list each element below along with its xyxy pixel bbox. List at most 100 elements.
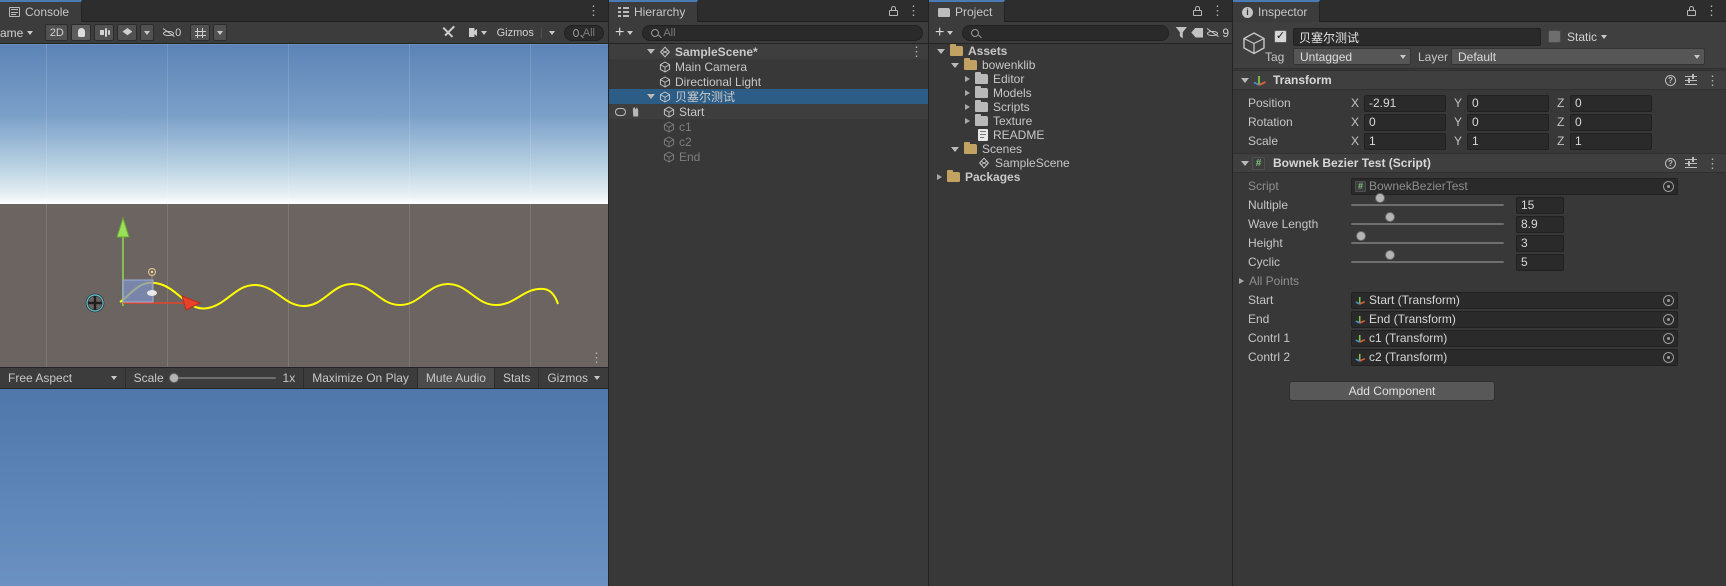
hidden-packages-toggle[interactable]: 9 (1207, 26, 1229, 40)
slider-track[interactable] (1351, 223, 1504, 225)
kebab-menu-icon[interactable]: ⋮ (910, 45, 923, 58)
preset-icon[interactable] (1685, 157, 1697, 168)
scene-gizmos-button[interactable]: Gizmos | (496, 24, 555, 41)
slider-value-input[interactable]: 3 (1516, 234, 1564, 252)
object-reference-field[interactable]: c1 (Transform) (1351, 329, 1678, 347)
transform-y-input[interactable]: 0 (1467, 94, 1549, 112)
tab-hierarchy[interactable]: Hierarchy (609, 0, 699, 22)
hierarchy-row[interactable]: Start (609, 104, 928, 119)
slider-control[interactable] (1351, 192, 1504, 214)
stats-button[interactable]: Stats (494, 368, 540, 388)
help-icon[interactable]: ? (1665, 157, 1676, 169)
scene-grid-dropdown[interactable] (213, 24, 228, 41)
slider-track[interactable] (1351, 242, 1504, 244)
project-row[interactable]: README (929, 128, 1232, 142)
object-reference-field[interactable]: Start (Transform) (1351, 291, 1678, 309)
collapse-arrow-icon[interactable] (937, 48, 945, 54)
static-checkbox[interactable] (1548, 30, 1561, 43)
project-row[interactable]: Assets (929, 44, 1232, 58)
kebab-menu-icon[interactable]: ⋮ (1211, 4, 1224, 17)
object-enabled-checkbox[interactable]: ✓ (1274, 30, 1287, 43)
lock-icon[interactable] (889, 5, 898, 16)
hierarchy-visibility-toggles[interactable] (609, 106, 647, 117)
kebab-menu-icon[interactable]: ⋮ (587, 4, 600, 17)
scene-viewport[interactable] (0, 44, 608, 367)
hierarchy-row[interactable]: SampleScene* ⋮ (609, 44, 928, 59)
slider-knob[interactable] (1384, 249, 1395, 260)
object-picker-icon[interactable] (1663, 351, 1674, 363)
hierarchy-row[interactable]: 贝塞尔测试 (609, 89, 928, 104)
lock-icon[interactable] (1687, 5, 1696, 16)
static-dropdown[interactable]: Static (1567, 30, 1608, 44)
hand-icon[interactable] (632, 106, 639, 117)
project-row[interactable]: Scenes (929, 142, 1232, 156)
hierarchy-row[interactable]: Main Camera (609, 59, 928, 74)
slider-value-input[interactable]: 15 (1516, 196, 1564, 214)
project-search-input[interactable] (962, 24, 1170, 41)
collapse-arrow-icon[interactable] (1241, 77, 1249, 83)
project-row[interactable]: SampleScene (929, 156, 1232, 170)
kebab-menu-icon[interactable]: ⋮ (590, 350, 603, 365)
game-scale-slider[interactable]: Scale 1x (125, 368, 305, 388)
object-picker-icon[interactable] (1663, 332, 1674, 344)
slider-control[interactable] (1351, 230, 1504, 252)
scene-2d-toggle[interactable]: 2D (45, 24, 69, 41)
transform-x-input[interactable]: -2.91 (1364, 94, 1446, 112)
slider-value-input[interactable]: 5 (1516, 253, 1564, 271)
scene-hidden-objects-toggle[interactable]: 0 (157, 24, 187, 41)
transform-z-input[interactable]: 1 (1570, 132, 1652, 150)
project-row[interactable]: Editor (929, 72, 1232, 86)
project-add-button[interactable]: + (935, 24, 954, 41)
scale-slider-knob[interactable] (168, 373, 179, 383)
kebab-menu-icon[interactable]: ⋮ (1706, 74, 1719, 87)
collapse-arrow-icon[interactable] (951, 62, 959, 68)
object-reference-field[interactable]: End (Transform) (1351, 310, 1678, 328)
hierarchy-row[interactable]: c1 (609, 119, 928, 134)
collapse-arrow-icon[interactable] (1241, 160, 1249, 166)
collapse-arrow-icon[interactable] (647, 49, 655, 54)
project-row[interactable]: Scripts (929, 100, 1232, 114)
mute-audio-button[interactable]: Mute Audio (417, 368, 495, 388)
help-icon[interactable]: ? (1665, 74, 1676, 86)
expand-arrow-icon[interactable] (965, 104, 970, 110)
game-aspect-dropdown[interactable]: Free Aspect (0, 368, 126, 388)
asset-filter-icon[interactable] (1175, 26, 1188, 39)
object-picker-icon[interactable] (1663, 180, 1674, 192)
eye-icon[interactable] (615, 107, 626, 116)
slider-knob[interactable] (1384, 211, 1395, 222)
hierarchy-add-button[interactable]: + (615, 24, 634, 41)
expand-arrow-icon[interactable] (965, 118, 970, 124)
hierarchy-row[interactable]: Directional Light (609, 74, 928, 89)
scale-slider-track[interactable] (170, 377, 276, 379)
project-tree[interactable]: Assets bowenklib Editor Models Scripts Textur… (929, 44, 1232, 184)
transform-y-input[interactable]: 0 (1467, 113, 1549, 131)
maximize-on-play-button[interactable]: Maximize On Play (304, 368, 418, 388)
tag-dropdown[interactable]: Untagged (1293, 48, 1411, 65)
kebab-menu-icon[interactable]: ⋮ (1705, 4, 1718, 17)
scene-audio-toggle[interactable] (94, 24, 115, 41)
slider-knob[interactable] (1355, 230, 1366, 241)
scene-search-input[interactable]: All (564, 24, 604, 41)
transform-z-input[interactable]: 0 (1570, 94, 1652, 112)
collapse-arrow-icon[interactable] (647, 94, 655, 99)
camera-gizmo[interactable] (147, 290, 157, 296)
object-name-input[interactable]: 贝塞尔测试 (1293, 28, 1541, 46)
expand-arrow-icon[interactable] (965, 76, 970, 82)
scene-view-mode-dropdown[interactable]: ame (0, 25, 34, 41)
label-filter-icon[interactable] (1191, 27, 1204, 38)
expand-arrow-icon[interactable] (937, 174, 942, 180)
project-row[interactable]: Texture (929, 114, 1232, 128)
layer-dropdown[interactable]: Default (1451, 48, 1705, 65)
project-row[interactable]: Packages (929, 170, 1232, 184)
kebab-menu-icon[interactable]: ⋮ (907, 4, 920, 17)
transform-x-input[interactable]: 0 (1364, 113, 1446, 131)
object-picker-icon[interactable] (1663, 313, 1674, 325)
gizmo-y-arrow[interactable] (116, 216, 130, 238)
hierarchy-row[interactable]: End (609, 149, 928, 164)
tab-project[interactable]: Project (929, 0, 1006, 22)
transform-y-input[interactable]: 1 (1467, 132, 1549, 150)
scene-camera-button[interactable] (463, 24, 493, 41)
kebab-menu-icon[interactable]: ⋮ (1706, 157, 1719, 170)
transform-component-header[interactable]: Transform ? ⋮ (1233, 70, 1726, 90)
object-picker-icon[interactable] (1663, 294, 1674, 306)
